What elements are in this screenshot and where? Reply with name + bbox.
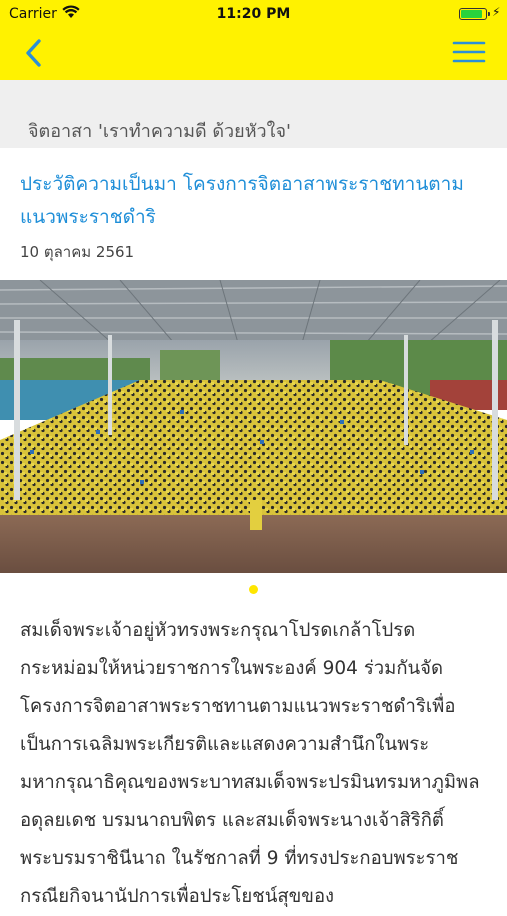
chevron-left-icon — [26, 39, 41, 67]
article-photo[interactable] — [0, 280, 507, 573]
carousel-page-indicator[interactable] — [249, 585, 258, 594]
section-header: จิตอาสา 'เราทำความดี ด้วยหัวใจ' — [0, 80, 507, 148]
hamburger-menu-icon — [452, 41, 486, 63]
charging-bolt-icon: ⚡ — [492, 5, 501, 19]
article-date: 10 ตุลาคม 2561 — [20, 243, 135, 261]
back-button[interactable] — [20, 36, 50, 70]
clock: 11:20 PM — [216, 6, 291, 22]
menu-button[interactable] — [452, 38, 486, 68]
crowd-photo-image — [0, 280, 507, 573]
battery-icon — [459, 8, 490, 20]
article-title[interactable]: ประวัติความเป็นมา โครงการจิตอาสาพระราชทา… — [20, 168, 482, 234]
section-title: จิตอาสา 'เราทำความดี ด้วยหัวใจ' — [28, 121, 291, 142]
app-header: Carrier 11:20 PM ⚡ — [0, 0, 507, 80]
article-body: สมเด็จพระเจ้าอยู่หัวทรงพระกรุณาโปรดเกล้า… — [20, 620, 480, 907]
status-bar: Carrier 11:20 PM ⚡ — [0, 0, 507, 28]
